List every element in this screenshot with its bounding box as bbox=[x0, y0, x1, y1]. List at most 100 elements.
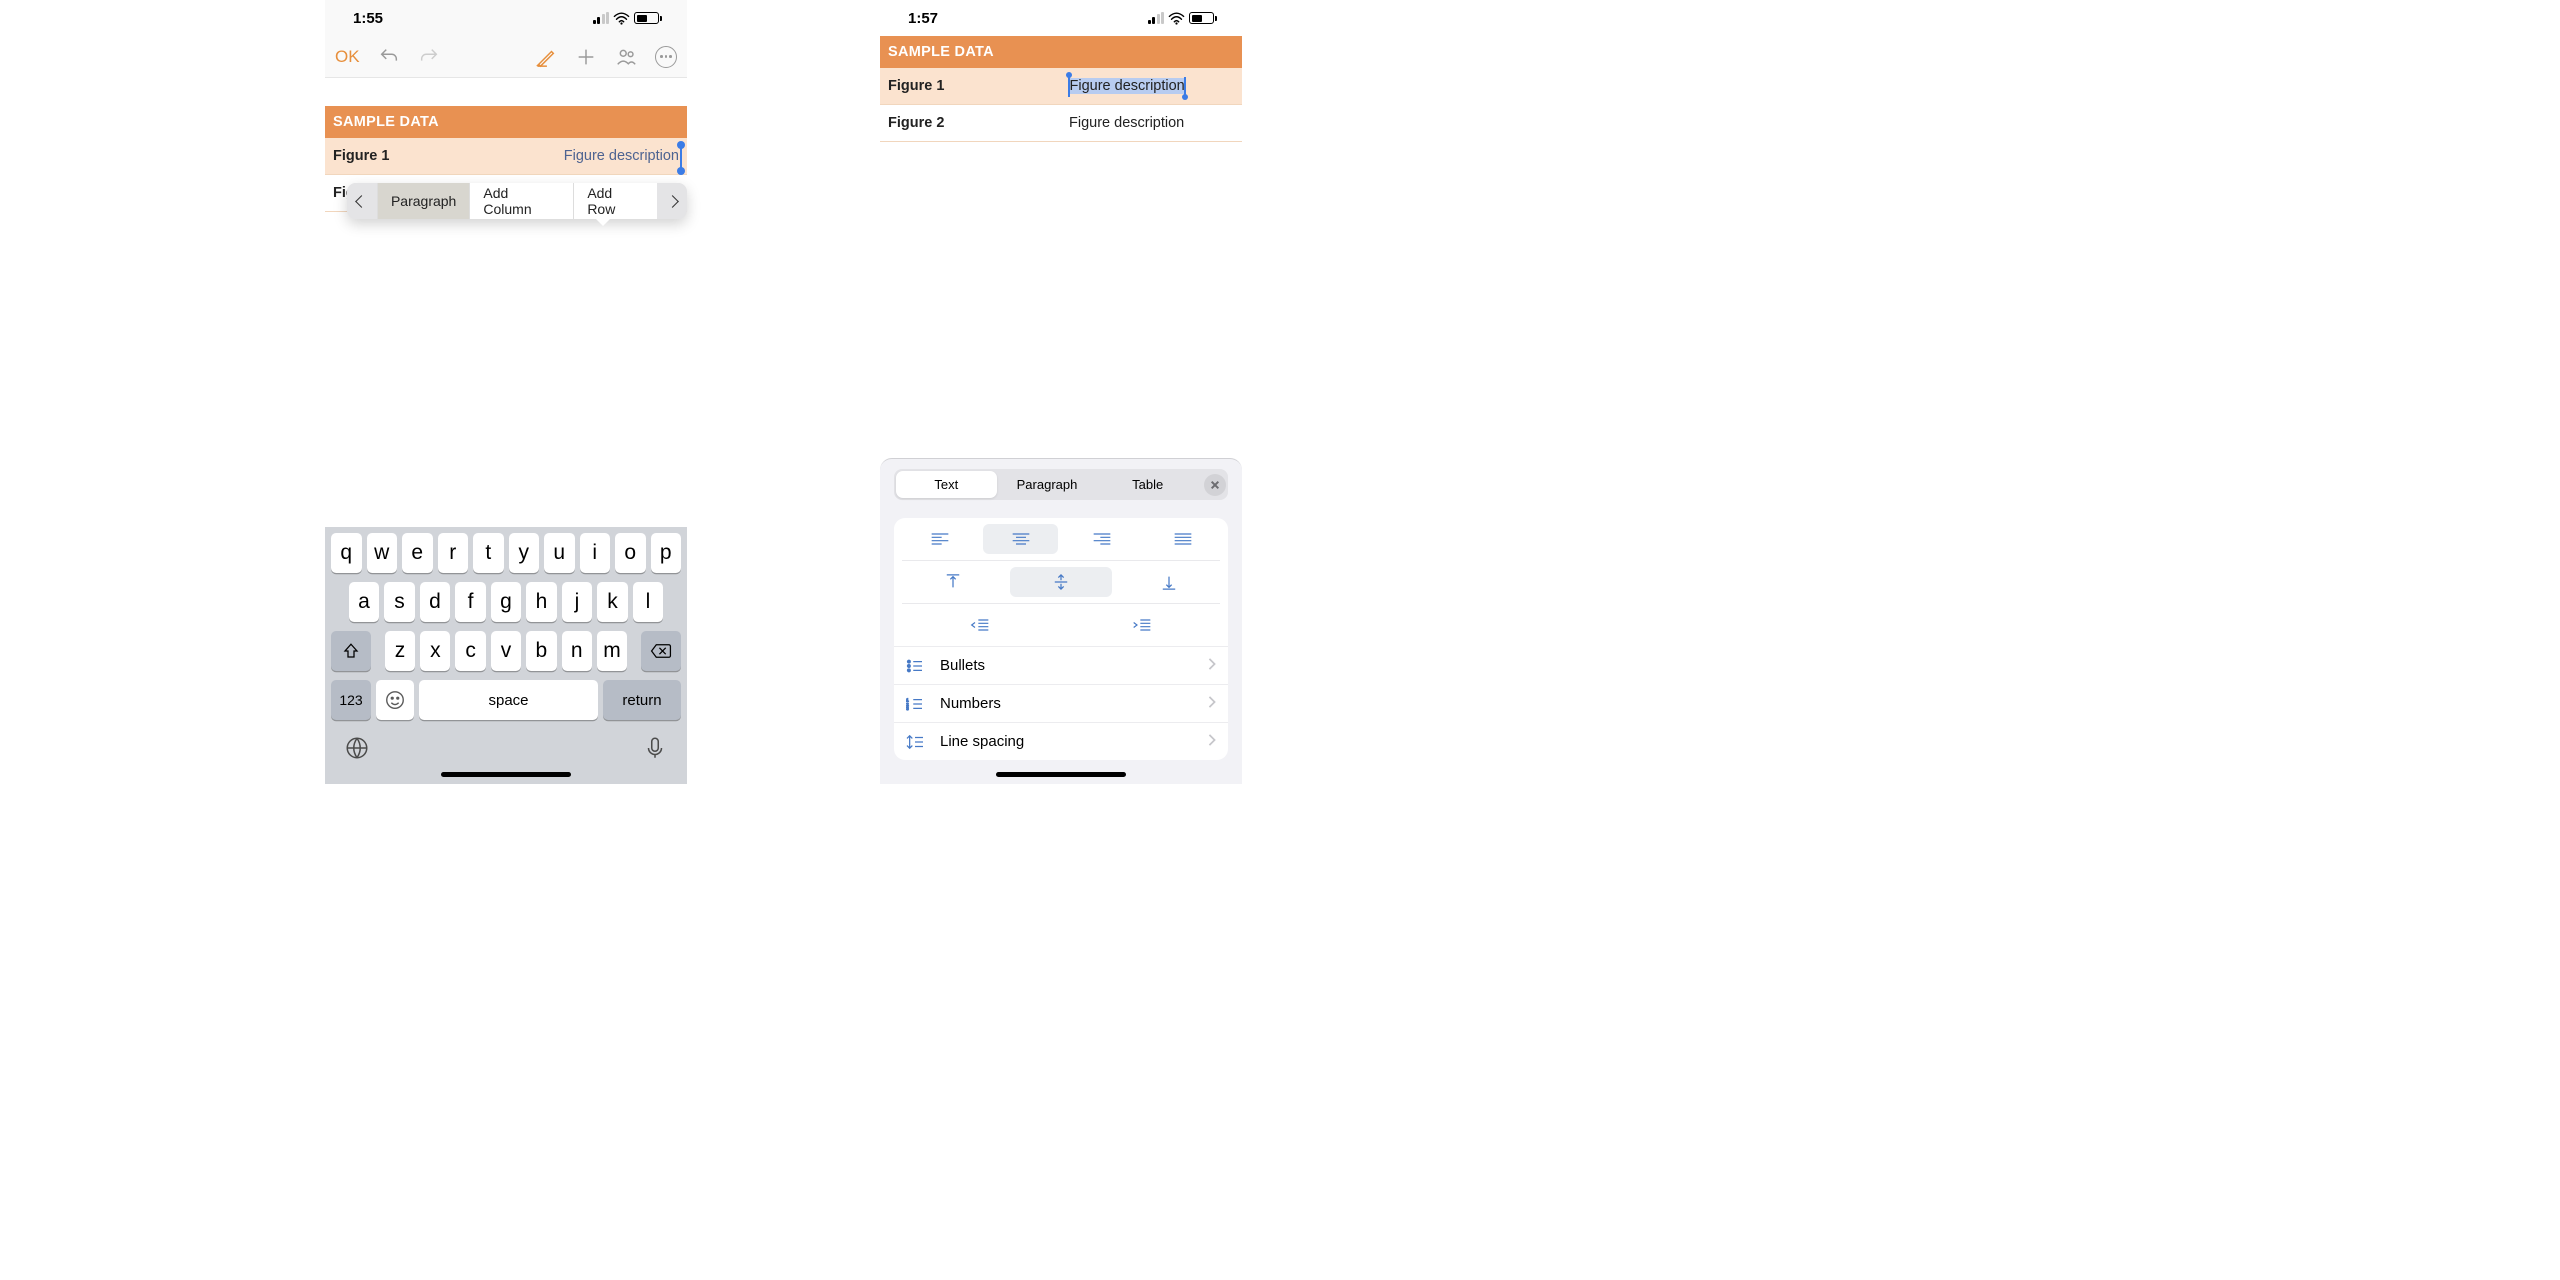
key-e[interactable]: e bbox=[402, 533, 433, 573]
tab-table[interactable]: Table bbox=[1097, 471, 1198, 498]
key-w[interactable]: w bbox=[367, 533, 398, 573]
chevron-right-icon bbox=[1208, 695, 1216, 713]
key-j[interactable]: j bbox=[562, 582, 593, 622]
key-v[interactable]: v bbox=[491, 631, 521, 671]
row-label: Figure 2 bbox=[880, 105, 1061, 142]
home-indicator bbox=[996, 772, 1126, 777]
table-row[interactable]: Figure 1 Figure description bbox=[325, 138, 687, 175]
key-p[interactable]: p bbox=[651, 533, 682, 573]
status-icons bbox=[593, 12, 660, 25]
mic-icon[interactable] bbox=[642, 735, 668, 766]
key-n[interactable]: n bbox=[562, 631, 592, 671]
align-justify-icon[interactable] bbox=[1145, 524, 1220, 554]
status-bar: 1:57 bbox=[880, 0, 1242, 36]
row-label: Figure 1 bbox=[880, 68, 1061, 105]
menu-item-paragraph[interactable]: Paragraph bbox=[377, 183, 469, 219]
key-emoji[interactable] bbox=[376, 680, 414, 720]
people-icon[interactable] bbox=[615, 46, 637, 68]
ok-button[interactable]: OK bbox=[335, 47, 360, 67]
key-shift[interactable] bbox=[331, 631, 371, 671]
battery-icon bbox=[1189, 12, 1214, 24]
soft-keyboard: q w e r t y u i o p a s d f g h j k l z … bbox=[325, 527, 687, 784]
key-b[interactable]: b bbox=[526, 631, 556, 671]
key-f[interactable]: f bbox=[455, 582, 486, 622]
plus-icon[interactable] bbox=[575, 46, 597, 68]
key-return[interactable]: return bbox=[603, 680, 681, 720]
key-a[interactable]: a bbox=[349, 582, 380, 622]
row-value-cell[interactable]: Figure description bbox=[1061, 68, 1242, 105]
indent-icon[interactable] bbox=[1064, 610, 1220, 640]
key-o[interactable]: o bbox=[615, 533, 646, 573]
status-time: 1:57 bbox=[908, 10, 938, 27]
key-t[interactable]: t bbox=[473, 533, 504, 573]
align-center-icon[interactable] bbox=[983, 524, 1058, 554]
table-header: SAMPLE DATA bbox=[880, 36, 1242, 68]
row-value-cell[interactable]: Figure description bbox=[506, 138, 687, 175]
numbers-row[interactable]: 123 Numbers bbox=[894, 684, 1228, 722]
phone-right: 1:57 SAMPLE DATA Figure 1 Figure descrip… bbox=[880, 0, 1242, 784]
line-spacing-icon bbox=[906, 734, 930, 750]
key-g[interactable]: g bbox=[491, 582, 522, 622]
globe-icon[interactable] bbox=[344, 735, 370, 766]
editor-toolbar: OK bbox=[325, 36, 687, 78]
keyboard-row-3: z x c v b n m bbox=[328, 631, 684, 671]
tab-paragraph[interactable]: Paragraph bbox=[997, 471, 1098, 498]
menu-item-add-row[interactable]: Add Row bbox=[573, 183, 657, 219]
valign-middle-icon[interactable] bbox=[1010, 567, 1112, 597]
menu-next-icon[interactable] bbox=[657, 183, 687, 219]
align-right-icon[interactable] bbox=[1064, 524, 1139, 554]
numbers-icon: 123 bbox=[906, 697, 930, 711]
key-r[interactable]: r bbox=[438, 533, 469, 573]
popover-caret bbox=[595, 218, 611, 226]
key-q[interactable]: q bbox=[331, 533, 362, 573]
format-panel: Text Paragraph Table bbox=[880, 458, 1242, 784]
key-x[interactable]: x bbox=[420, 631, 450, 671]
valign-bottom-icon[interactable] bbox=[1118, 567, 1220, 597]
menu-item-add-column[interactable]: Add Column bbox=[469, 183, 573, 219]
data-table[interactable]: SAMPLE DATA Figure 1 Figure description … bbox=[880, 36, 1242, 142]
tab-text[interactable]: Text bbox=[896, 471, 997, 498]
key-s[interactable]: s bbox=[384, 582, 415, 622]
horizontal-align-row bbox=[894, 518, 1228, 560]
undo-icon[interactable] bbox=[378, 46, 400, 68]
valign-top-icon[interactable] bbox=[902, 567, 1004, 597]
key-u[interactable]: u bbox=[544, 533, 575, 573]
key-i[interactable]: i bbox=[580, 533, 611, 573]
align-left-icon[interactable] bbox=[902, 524, 977, 554]
keyboard-row-2: a s d f g h j k l bbox=[328, 582, 684, 622]
bullets-icon bbox=[906, 659, 930, 673]
key-c[interactable]: c bbox=[455, 631, 485, 671]
pencil-icon[interactable] bbox=[535, 46, 557, 68]
table-header: SAMPLE DATA bbox=[325, 106, 687, 138]
key-backspace[interactable] bbox=[641, 631, 681, 671]
status-time: 1:55 bbox=[353, 10, 383, 27]
key-space[interactable]: space bbox=[419, 680, 598, 720]
selected-text: Figure description bbox=[1069, 78, 1185, 94]
outdent-icon[interactable] bbox=[902, 610, 1058, 640]
close-panel-button[interactable] bbox=[1204, 474, 1226, 496]
document-area: SAMPLE DATA Figure 1 Figure description … bbox=[880, 36, 1242, 142]
table-row[interactable]: Figure 1 Figure description bbox=[880, 68, 1242, 105]
table-row[interactable]: Figure 2 Figure description bbox=[880, 105, 1242, 142]
row-label: Figure 1 bbox=[325, 138, 506, 175]
key-m[interactable]: m bbox=[597, 631, 627, 671]
key-numbers[interactable]: 123 bbox=[331, 680, 371, 720]
key-l[interactable]: l bbox=[633, 582, 664, 622]
more-icon[interactable] bbox=[655, 46, 677, 68]
key-y[interactable]: y bbox=[509, 533, 540, 573]
alignment-card: Bullets 123 Numbers Line spacing bbox=[894, 518, 1228, 760]
redo-icon[interactable] bbox=[418, 46, 440, 68]
menu-prev-icon[interactable] bbox=[347, 183, 377, 219]
format-tabs: Text Paragraph Table bbox=[894, 469, 1228, 500]
bullets-row[interactable]: Bullets bbox=[894, 646, 1228, 684]
key-d[interactable]: d bbox=[420, 582, 451, 622]
line-spacing-row[interactable]: Line spacing bbox=[894, 722, 1228, 760]
status-bar: 1:55 bbox=[325, 0, 687, 36]
key-z[interactable]: z bbox=[385, 631, 415, 671]
key-h[interactable]: h bbox=[526, 582, 557, 622]
vertical-align-row bbox=[894, 561, 1228, 603]
bullets-label: Bullets bbox=[940, 657, 1208, 674]
key-k[interactable]: k bbox=[597, 582, 628, 622]
phone-left: 1:55 OK SAMPLE DATA Figure 1 bbox=[325, 0, 687, 784]
context-menu: Paragraph Add Column Add Row bbox=[347, 183, 687, 219]
